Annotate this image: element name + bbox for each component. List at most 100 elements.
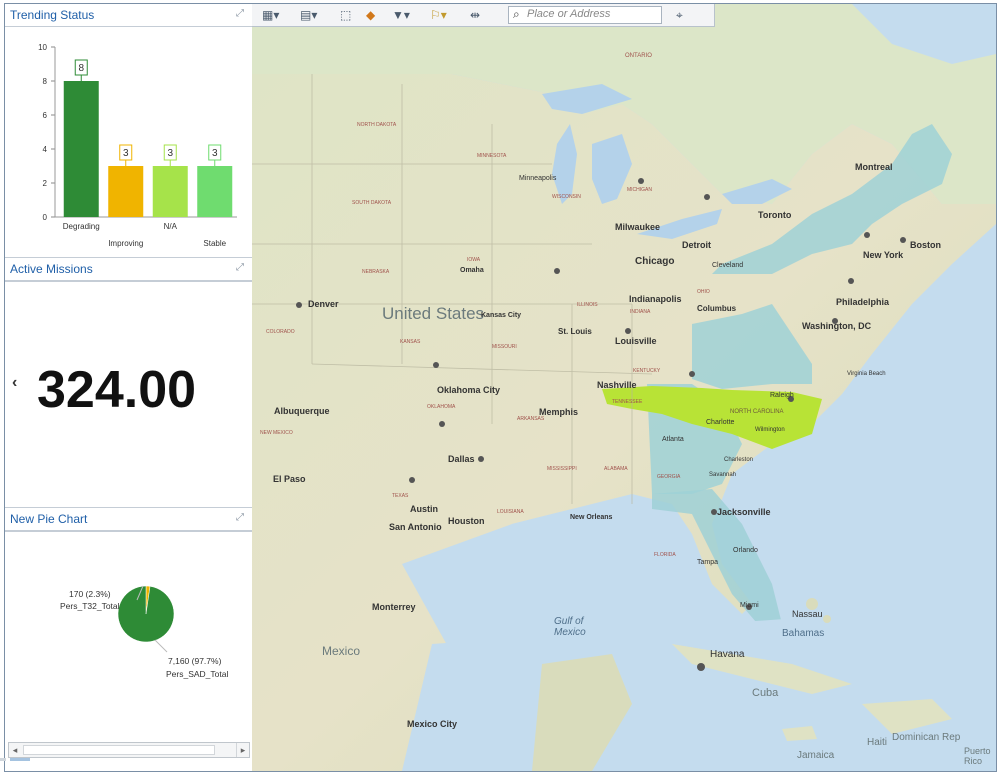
divider-mark: [0, 758, 6, 761]
search-icon: ⌕: [513, 7, 520, 21]
y-tick-label: 6: [43, 111, 48, 120]
map-label-wisconsin: WISCONSIN: [552, 194, 581, 200]
category-label: Stable: [203, 239, 226, 248]
map-label-iowa: IOWA: [467, 257, 481, 263]
map-label-kansascity: Kansas City: [481, 312, 522, 319]
map-label-newyork: New York: [863, 250, 904, 260]
map-label-omaha: Omaha: [460, 267, 484, 274]
map-label-norfolk: Virginia Beach: [847, 371, 886, 377]
pie-series-label: Pers_T32_Total: [60, 601, 120, 611]
map-label-minneapolis: Minneapolis: [519, 175, 557, 182]
map-label-milwaukee: Milwaukee: [615, 222, 661, 232]
map-label-louisville: Louisville: [615, 336, 657, 346]
map-label-alabama: ALABAMA: [604, 466, 628, 472]
map-label-montreal: Montreal: [855, 162, 893, 172]
map-label-atlanta: Atlanta: [662, 436, 684, 443]
map-label-neworleans: New Orleans: [570, 514, 613, 521]
map-label-boston: Boston: [910, 240, 941, 250]
map-label-wilmington: Wilmington: [755, 427, 785, 433]
map-label-missouri: MISSOURI: [492, 344, 517, 350]
map-label-louisiana: LOUISIANA: [497, 509, 524, 515]
map-label-tennessee: TENNESSEE: [612, 399, 643, 405]
map-label-sanantonio: San Antonio: [389, 522, 442, 532]
map-label-memphis: Memphis: [539, 407, 579, 417]
map-toolbar: ▦▾ ▤▾ ⬚ ◆ ▼▾ ⚐▾ ⇹ ⌕ Place or Address ⌖: [252, 4, 715, 27]
dashboard-frame: Trending Status ⤢ 0 2 4 6 8 10 8 Degrading 3 Impr…: [4, 3, 997, 772]
scrollbar-thumb[interactable]: [23, 745, 215, 755]
map-label-ontario: ONTARIO: [625, 53, 652, 59]
horizontal-scrollbar[interactable]: ◂ ▸: [8, 742, 250, 758]
pie-leader-line: [154, 639, 168, 653]
map-label-washington: Washington, DC: [802, 321, 872, 331]
map-label-nashville: Nashville: [597, 380, 637, 390]
map-label-georgia: GEORGIA: [657, 474, 681, 480]
scroll-right-icon[interactable]: ▸: [236, 743, 249, 757]
map-label-newmexico: NEW MEXICO: [260, 430, 293, 436]
map-label-nassau: Nassau: [792, 609, 823, 619]
map-label-cleveland: Cleveland: [712, 262, 744, 269]
y-tick-label: 2: [43, 179, 48, 188]
map-label-raleigh: Raleigh: [770, 392, 794, 399]
layers-icon[interactable]: ▤▾: [300, 8, 317, 22]
map-label-puerto: Puerto Rico: [964, 746, 991, 766]
pie-panel-header: New Pie Chart ⤢: [5, 508, 252, 531]
y-tick-label: 8: [43, 77, 48, 86]
select-icon[interactable]: ⬚: [340, 8, 351, 22]
left-column: Trending Status ⤢ 0 2 4 6 8 10 8 Degrading 3 Impr…: [5, 4, 253, 771]
map-label-dominican: Dominican Rep: [892, 732, 961, 743]
map-label-colorado: COLORADO: [266, 329, 295, 335]
pie-value-label: 7,160 (97.7%): [168, 656, 222, 666]
page-indicator[interactable]: [10, 758, 30, 761]
map-label-charleston: Charleston: [724, 457, 754, 463]
map-label-mississippi: MISSISSIPPI: [547, 466, 577, 472]
map-label-texas: TEXAS: [392, 493, 409, 499]
map-label-country: United States: [382, 304, 485, 323]
basemap-icon[interactable]: ▦▾: [262, 8, 279, 22]
category-label: Degrading: [63, 222, 100, 231]
data-label: 8: [78, 63, 84, 74]
bar: [152, 166, 188, 217]
pin-icon[interactable]: ◆: [366, 8, 375, 22]
map-label-denver: Denver: [308, 299, 339, 309]
active-missions-value: 324.00: [37, 361, 197, 419]
bookmark-icon[interactable]: ⚐▾: [430, 8, 447, 22]
map-label-elpaso: El Paso: [273, 474, 306, 484]
search-box[interactable]: ⌕ Place or Address: [508, 6, 662, 24]
data-label: 3: [123, 148, 129, 159]
map-label-austin: Austin: [410, 504, 438, 514]
map-label-ohio: OHIO: [697, 289, 710, 295]
map-label-oklahoma: Oklahoma City: [437, 385, 501, 395]
map-label-chicago: Chicago: [635, 256, 675, 267]
y-tick-label: 0: [43, 213, 48, 222]
expand-icon[interactable]: ⤢: [236, 8, 244, 19]
expand-icon[interactable]: ⤢: [236, 262, 244, 273]
scroll-left-icon[interactable]: ◂: [9, 743, 21, 757]
filter-icon[interactable]: ▼▾: [392, 8, 410, 22]
chevron-left-icon[interactable]: ‹: [12, 374, 17, 392]
missions-panel-title: Active Missions: [10, 262, 93, 276]
data-label: 3: [212, 148, 218, 159]
bar: [108, 166, 144, 217]
measure-icon[interactable]: ⇹: [470, 8, 480, 22]
map-label-monterrey: Monterrey: [372, 602, 416, 612]
category-label: N/A: [164, 222, 178, 231]
map-label-detroit: Detroit: [682, 240, 711, 250]
map-label-philadelphia: Philadelphia: [836, 297, 890, 307]
map-label-jacksonville: Jacksonville: [717, 507, 771, 517]
missions-panel-header: Active Missions ⤢: [5, 258, 252, 281]
map-label-sd: SOUTH DAKOTA: [352, 200, 392, 206]
map-label-bahamas: Bahamas: [782, 628, 825, 639]
pie-chart: 170 (2.3%) Pers_T32_Total 7,160 (97.7%) Per…: [60, 585, 228, 679]
trending-bar-chart: 0 2 4 6 8 10 8 Degrading 3 Improving 3 N/A 3 Stable: [38, 43, 237, 248]
pie-series-label: Pers_SAD_Total: [166, 669, 228, 679]
map-label-kansas: KANSAS: [400, 339, 421, 345]
map-label-gulf: Gulf of Mexico: [554, 616, 586, 638]
map-label-toronto: Toronto: [758, 210, 792, 220]
bar: [197, 166, 233, 217]
expand-icon[interactable]: ⤢: [236, 512, 244, 523]
locate-icon[interactable]: ⌖: [676, 8, 683, 23]
map-label-indianapolis: Indianapolis: [629, 294, 682, 304]
map-view[interactable]: United States Gulf of Mexico Mexico Baha…: [252, 4, 996, 771]
trending-panel-title: Trending Status: [10, 8, 95, 22]
category-label: Improving: [108, 239, 143, 248]
